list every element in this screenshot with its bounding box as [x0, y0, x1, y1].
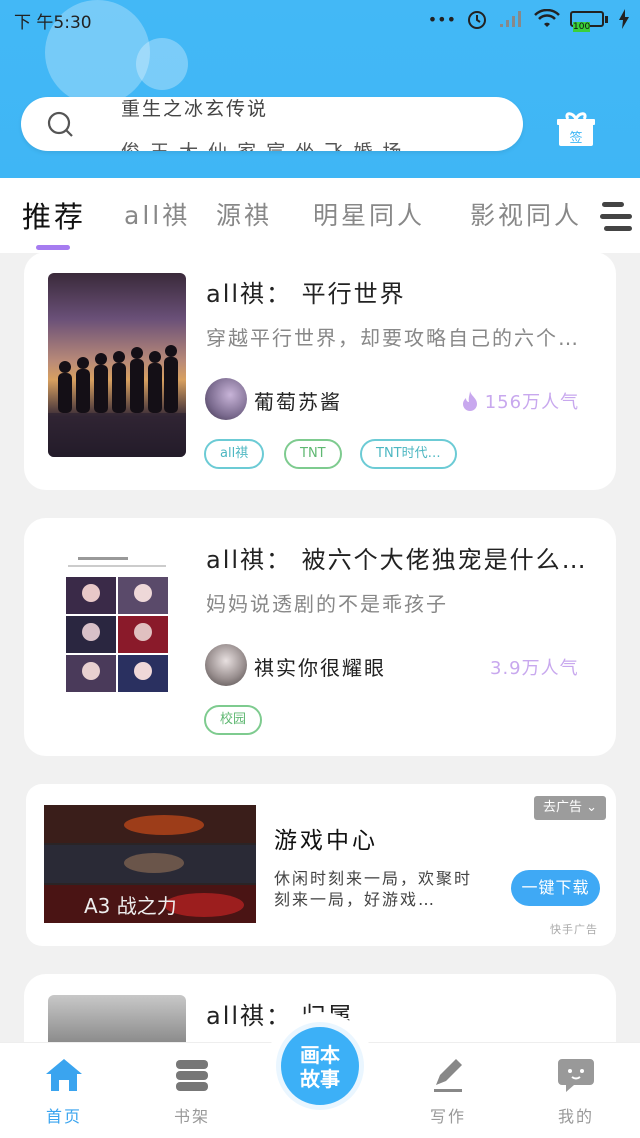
story-cover[interactable]: [48, 539, 186, 723]
author-name[interactable]: 祺实你很耀眼: [254, 652, 386, 681]
status-time: 下 午5:30: [14, 13, 92, 33]
nav-bookshelf-label: 书架: [173, 1107, 210, 1126]
story-card[interactable]: all祺： 平行世界 穿越平行世界，却要攻略自己的六个… 葡萄苏酱 156万人气…: [24, 252, 616, 490]
app-screen: 下 午5:30 ••• 100 重生之冰玄传说 俊 王 大 仙 家 宸 坐 飞 …: [0, 0, 640, 1138]
center-button-line2: 故事: [300, 1067, 340, 1091]
story-description: 穿越平行世界，却要攻略自己的六个…: [206, 326, 580, 350]
popularity-count: 3.9万人气: [490, 658, 579, 679]
alarm-icon: [468, 11, 486, 29]
picture-story-button[interactable]: 画本 故事: [276, 1022, 364, 1110]
sign-in-gift-button[interactable]: 签: [556, 110, 596, 148]
ad-title[interactable]: 游戏中心: [274, 821, 378, 855]
story-title[interactable]: all祺： 平行世界: [206, 274, 406, 309]
avatar[interactable]: [205, 644, 247, 686]
category-menu-icon[interactable]: [598, 200, 634, 234]
nav-home[interactable]: 首页: [24, 1057, 104, 1127]
gift-icon: 签: [557, 112, 595, 146]
chat-bubble-icon: [558, 1059, 594, 1092]
category-tabs: 推荐 all祺 源祺 明星同人 影视同人: [0, 178, 640, 253]
popularity-count: 156万人气: [484, 392, 580, 413]
battery-level: 100: [573, 22, 591, 32]
remove-ad-button[interactable]: 去广告 ⌄: [534, 796, 606, 820]
avatar[interactable]: [205, 378, 247, 420]
search-suggestion-next: 俊 王 大 仙 家 宸 坐 飞 婚 场: [121, 137, 403, 151]
search-bar[interactable]: 重生之冰玄传说 俊 王 大 仙 家 宸 坐 飞 婚 场: [21, 97, 523, 151]
nav-bookshelf[interactable]: 书架: [152, 1057, 232, 1127]
search-icon[interactable]: [47, 111, 75, 139]
status-icons: ••• 100: [427, 8, 630, 32]
bookshelf-icon: [176, 1060, 208, 1091]
nav-profile[interactable]: 我的: [536, 1057, 616, 1127]
author-name[interactable]: 葡萄苏酱: [254, 386, 342, 415]
ad-image[interactable]: A3 战之力: [44, 805, 256, 923]
header: 下 午5:30 ••• 100 重生之冰玄传说 俊 王 大 仙 家 宸 坐 飞 …: [0, 0, 640, 178]
tab-tv-fanfic[interactable]: 影视同人: [470, 196, 582, 232]
nav-profile-label: 我的: [557, 1107, 594, 1126]
tag-chip[interactable]: 校园: [204, 705, 263, 735]
tab-celebrity-fanfic[interactable]: 明星同人: [313, 196, 425, 232]
pen-icon: [434, 1059, 462, 1092]
popularity: 156万人气: [462, 388, 579, 414]
battery-icon: 100: [570, 11, 608, 32]
tab-yuan-qi[interactable]: 源祺: [216, 196, 272, 232]
gift-label: 签: [569, 130, 582, 146]
search-suggestion[interactable]: 重生之冰玄传说: [121, 97, 268, 121]
status-bar: 下 午5:30 ••• 100: [0, 0, 640, 38]
signal-icon: [500, 11, 521, 27]
wifi-icon: [534, 9, 560, 27]
decor-bubble-small: [136, 38, 188, 90]
chevron-down-icon: ⌄: [586, 800, 598, 815]
tab-recommend[interactable]: 推荐: [22, 194, 86, 236]
charging-icon: [619, 9, 629, 29]
ad-image-text: A3 战之力: [84, 894, 177, 918]
ad-source: 快手广告: [550, 923, 598, 936]
story-description: 妈妈说透剧的不是乖孩子: [206, 592, 448, 616]
remove-ad-label: 去广告: [542, 800, 582, 815]
tag-chip[interactable]: all祺: [204, 439, 265, 469]
tag-chip[interactable]: TNT: [284, 439, 342, 469]
ad-description: 休闲时刻来一局，欢聚时刻来一局，好游戏…: [274, 869, 473, 909]
more-dots-icon: •••: [427, 9, 456, 29]
tag-chip[interactable]: TNT时代…: [360, 439, 457, 469]
flame-icon: [463, 391, 477, 411]
popularity: 3.9万人气: [490, 654, 579, 680]
photo-collage-image: [66, 557, 168, 692]
story-card[interactable]: all祺： 被六个大佬独宠是什么… 妈妈说透剧的不是乖孩子 祺实你很耀眼 3.9…: [24, 518, 616, 756]
home-icon: [46, 1059, 82, 1091]
download-button[interactable]: 一键下载: [511, 870, 600, 906]
nav-write-label: 写作: [429, 1107, 466, 1126]
story-title[interactable]: all祺： 被六个大佬独宠是什么…: [206, 540, 588, 575]
silhouette-image: [48, 345, 186, 457]
game-banner-image: A3 战之力: [44, 805, 256, 923]
nav-write[interactable]: 写作: [408, 1057, 488, 1127]
ad-card[interactable]: A3 战之力 游戏中心 休闲时刻来一局，欢聚时刻来一局，好游戏… 去广告 ⌄ 一…: [26, 784, 616, 946]
nav-home-label: 首页: [45, 1107, 82, 1126]
tab-indicator: [36, 245, 70, 250]
story-cover[interactable]: [48, 273, 186, 457]
tab-all-qi[interactable]: all祺: [124, 196, 190, 232]
center-button-line1: 画本: [300, 1043, 340, 1067]
